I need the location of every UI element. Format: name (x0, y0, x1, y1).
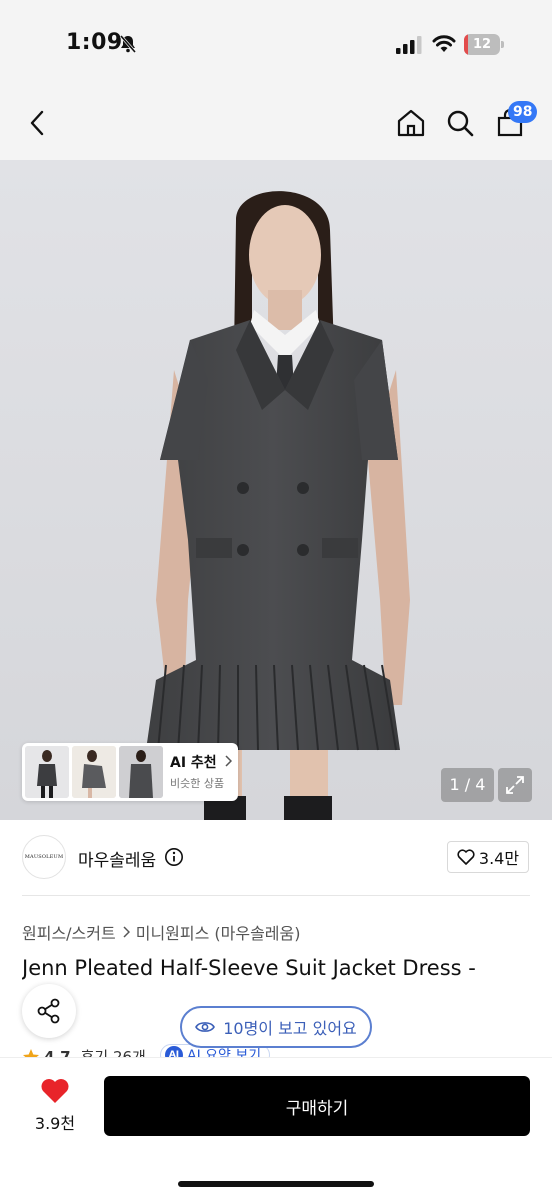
brand-like-count: 3.4만 (478, 849, 520, 868)
wishlist-button[interactable]: 3.9천 (24, 1078, 86, 1138)
home-button[interactable] (391, 103, 431, 143)
ai-recommend-card[interactable]: AI 추천 비슷한 상품 (22, 743, 238, 801)
breadcrumb-item[interactable]: 미니원피스 (마우솔레움) (136, 920, 301, 944)
home-icon (397, 109, 425, 137)
bell-slash-icon (119, 35, 137, 53)
back-button[interactable] (18, 103, 58, 143)
search-icon (447, 110, 474, 137)
viewer-count-text: 10명이 보고 있어요 (223, 1019, 357, 1038)
thumbnail-image (25, 746, 69, 798)
search-button[interactable] (440, 103, 480, 143)
product-title: Jenn Pleated Half-Sleeve Suit Jacket Dre… (22, 956, 476, 980)
top-nav (0, 90, 552, 160)
brand-name[interactable]: 마우솔레움 (78, 846, 156, 871)
battery-level: 12 (472, 37, 492, 52)
image-page-indicator: 1 / 4 (441, 768, 494, 802)
recommend-thumbnail[interactable] (25, 746, 69, 798)
recommend-thumbnail[interactable] (119, 746, 163, 798)
product-image[interactable]: AI 추천 비슷한 상품 1 / 4 (0, 160, 552, 820)
thumbnail-image (119, 746, 163, 798)
share-button[interactable] (22, 984, 76, 1038)
ai-recommend-subtitle: 비슷한 상품 (170, 777, 225, 790)
buy-button[interactable]: 구매하기 (104, 1076, 530, 1136)
product-photo (0, 160, 552, 820)
cellular-signal-icon (396, 36, 422, 54)
chevron-right-icon (225, 755, 232, 767)
wifi-icon (432, 35, 456, 52)
info-icon[interactable] (164, 847, 184, 867)
breadcrumb-item[interactable]: 원피스/스커트 (22, 920, 116, 944)
bottom-action-bar: 3.9천 구매하기 (0, 1058, 552, 1200)
home-indicator (178, 1181, 374, 1187)
viewer-count-pill: 10명이 보고 있어요 (180, 1006, 372, 1048)
eye-icon (195, 1022, 216, 1032)
wishlist-count: 3.9천 (34, 1114, 76, 1133)
expand-icon (506, 776, 524, 794)
battery-icon: 12 (464, 34, 504, 55)
thumbnail-image (72, 746, 116, 798)
heart-outline-icon (457, 849, 475, 865)
heart-filled-icon (41, 1079, 69, 1103)
status-time: 1:09 (66, 30, 123, 55)
share-icon (37, 998, 60, 1024)
divider (22, 895, 530, 896)
ai-recommend-title: AI 추천 (170, 752, 232, 772)
brand-logo[interactable]: MAUSOLEUM (22, 835, 66, 879)
expand-image-button[interactable] (498, 768, 532, 802)
brand-like-button[interactable]: 3.4만 (447, 841, 529, 873)
chevron-left-icon (30, 110, 44, 136)
cart-count-badge: 98 (508, 101, 538, 123)
breadcrumb: 원피스/스커트 미니원피스 (마우솔레움) (22, 920, 301, 944)
chevron-right-icon (123, 926, 130, 938)
status-bar: 1:09 12 (0, 0, 552, 90)
recommend-thumbnail[interactable] (72, 746, 116, 798)
